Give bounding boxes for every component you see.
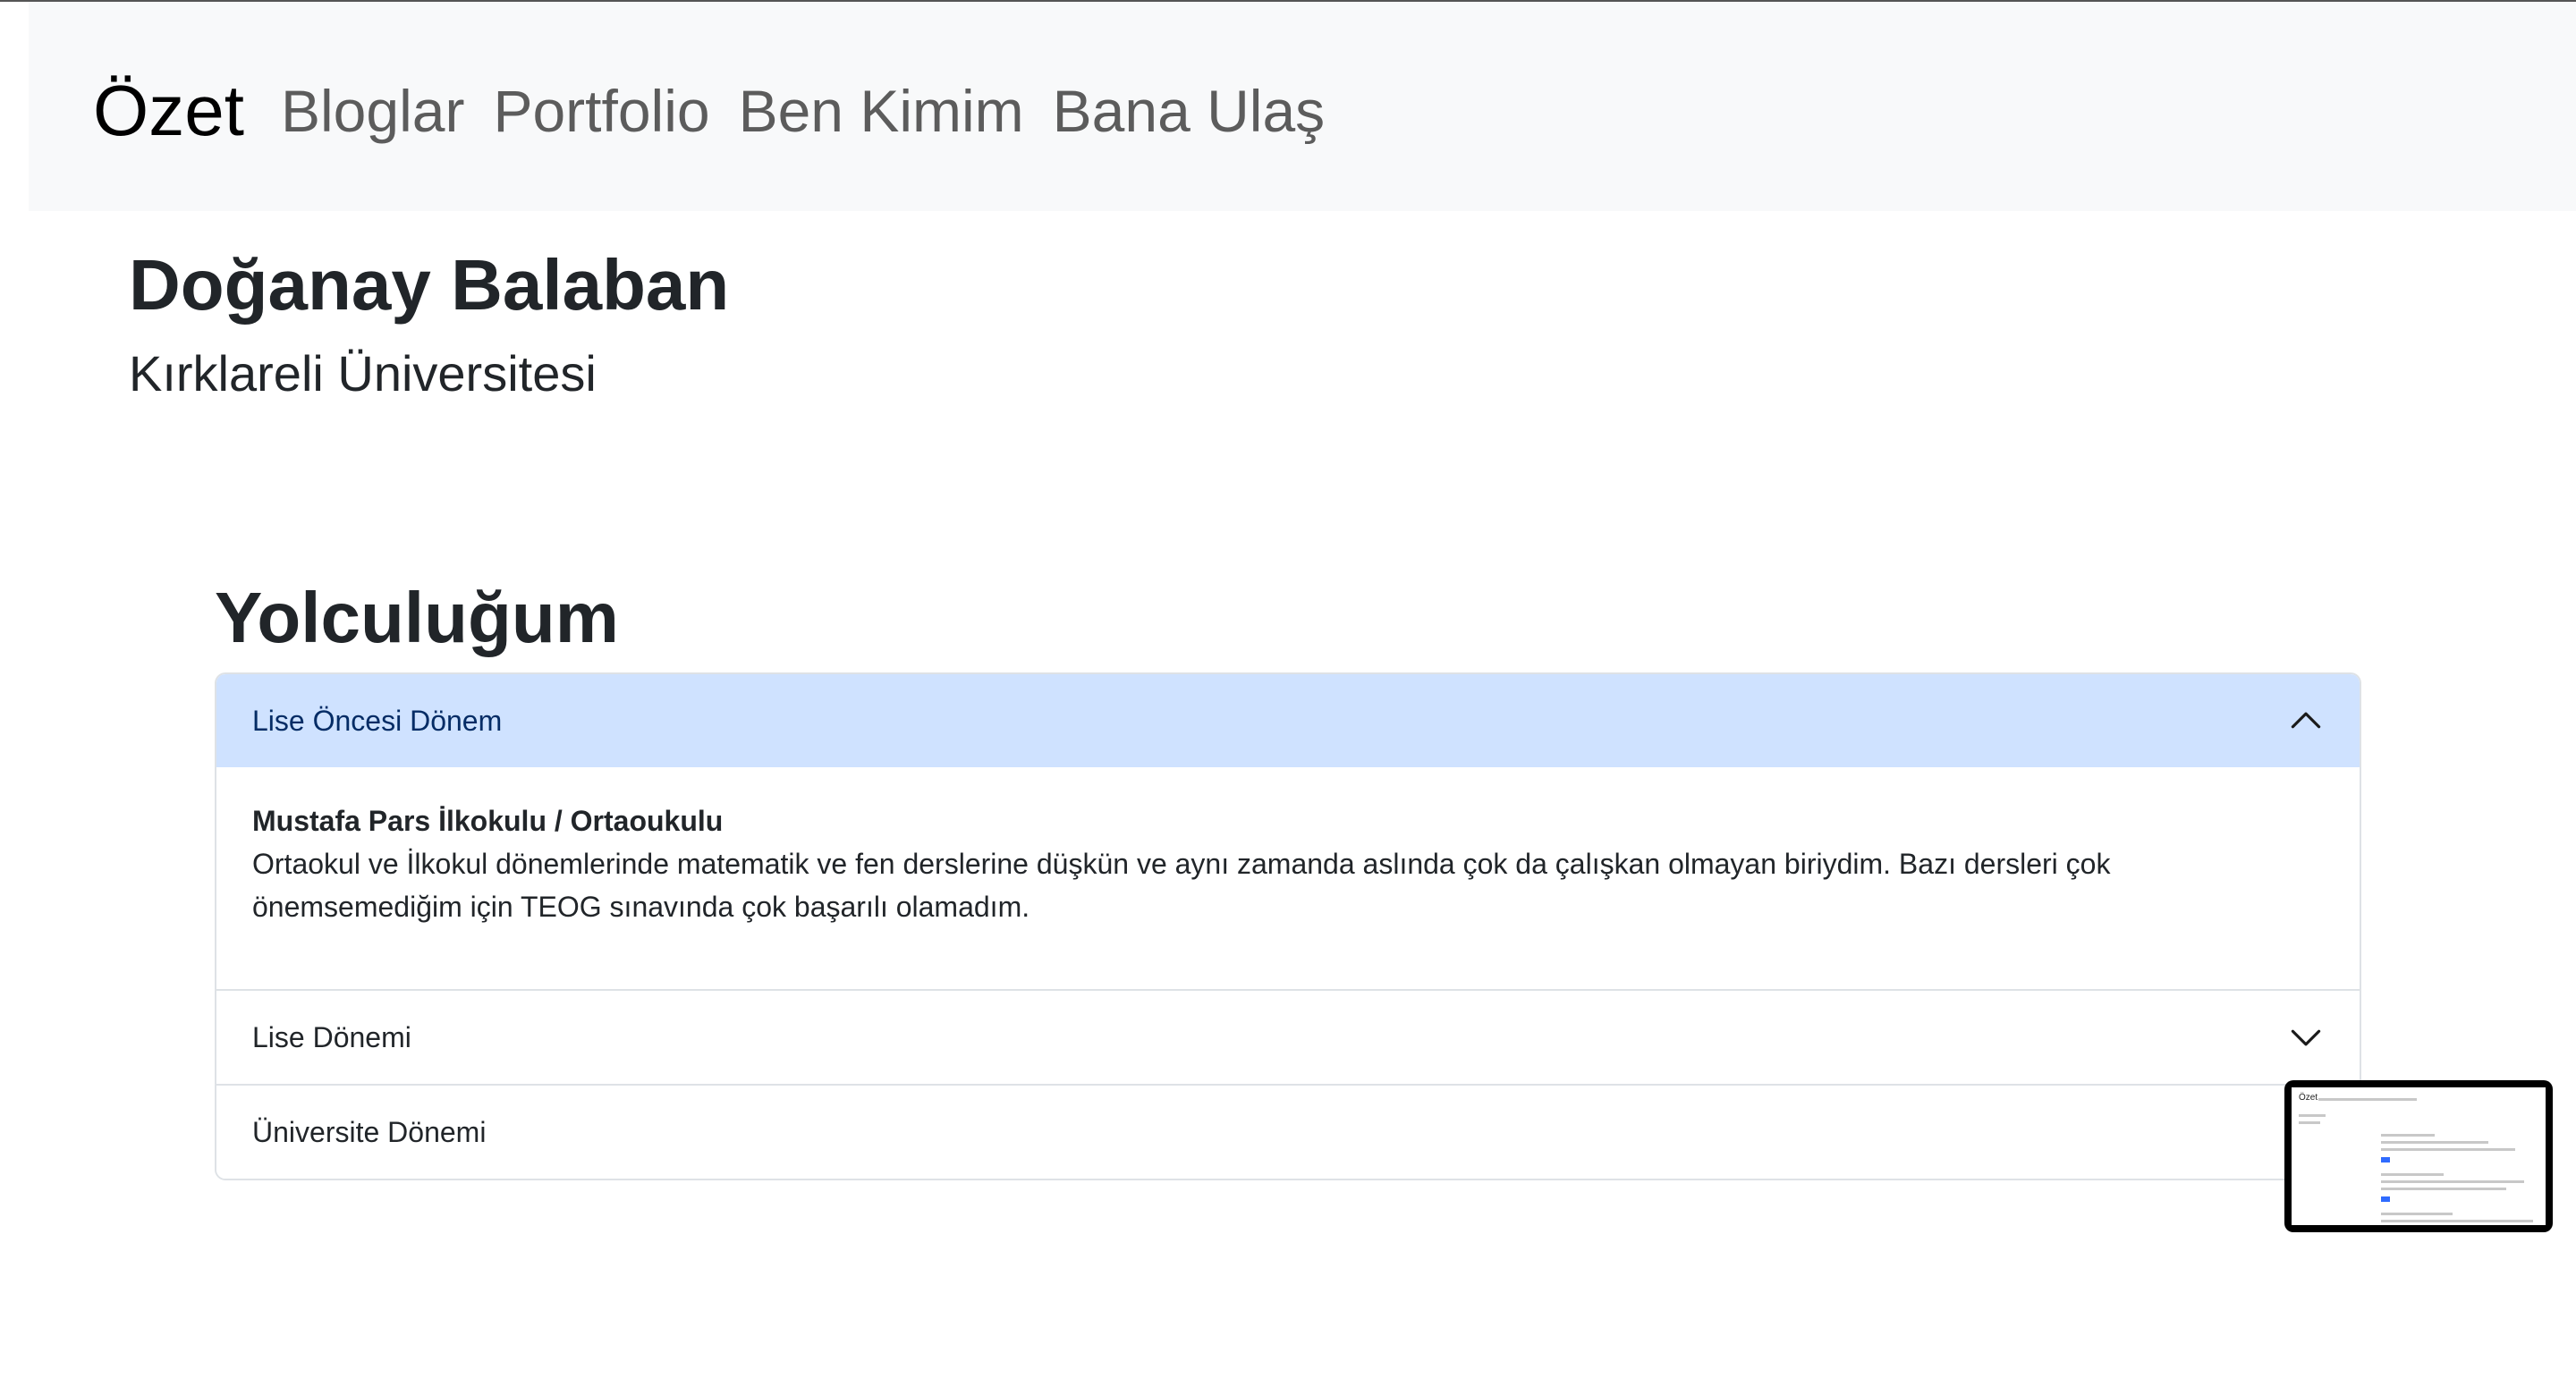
nav-link-bana-ulas[interactable]: Bana Ulaş [1053, 73, 1326, 148]
thumbnail-line [2381, 1134, 2435, 1137]
accordion-header-label: Lise Dönemi [252, 1020, 411, 1053]
accordion-item-lise-oncesi: Lise Öncesi Dönem Mustafa Pars İlkokulu … [216, 674, 2360, 991]
thumbnail-line [2381, 1173, 2444, 1176]
accordion-item-lise: Lise Dönemi [216, 991, 2360, 1086]
thumbnail-line [2381, 1141, 2488, 1144]
thumbnail-line [2381, 1213, 2453, 1215]
nav-link-ben-kimim[interactable]: Ben Kimim [739, 73, 1024, 148]
journey-accordion: Lise Öncesi Dönem Mustafa Pars İlkokulu … [215, 672, 2361, 1180]
chevron-up-icon [2291, 712, 2321, 729]
accordion-header-universite[interactable]: Üniversite Dönemi [216, 1086, 2360, 1179]
thumbnail-line [2381, 1180, 2524, 1183]
school-name: Mustafa Pars İlkokulu / Ortaoukulu [252, 805, 724, 837]
nav-links: Bloglar Portfolio Ben Kimim Bana Ulaş [281, 73, 1325, 148]
accordion-header-label: Lise Öncesi Dönem [252, 704, 503, 737]
navbar: Özet Bloglar Portfolio Ben Kimim Bana Ul… [29, 2, 2576, 211]
thumbnail-line [2299, 1114, 2326, 1117]
accordion-header-lise-oncesi[interactable]: Lise Öncesi Dönem [216, 674, 2360, 767]
thumbnail-button [2381, 1157, 2390, 1162]
profile-name: Doğanay Balaban [129, 245, 730, 325]
thumbnail-line [2381, 1148, 2515, 1151]
nav-link-portfolio[interactable]: Portfolio [493, 73, 709, 148]
thumbnail-preview: Özet [2292, 1087, 2546, 1225]
thumbnail-line [2381, 1220, 2533, 1222]
journey-title: Yolculuğum [215, 578, 619, 657]
profile-school: Kırklareli Üniversitesi [129, 345, 597, 402]
page: Özet Bloglar Portfolio Ben Kimim Bana Ul… [0, 0, 2576, 1395]
thumbnail-line [2299, 1121, 2320, 1124]
thumbnail-navbar-line [2318, 1098, 2417, 1101]
navbar-brand[interactable]: Özet [93, 66, 244, 156]
school-description: Ortaokul ve İlkokul dönemlerinde matemat… [252, 848, 2111, 923]
accordion-body-lise-oncesi: Mustafa Pars İlkokulu / Ortaoukulu Ortao… [216, 767, 2360, 989]
thumbnail-button [2381, 1196, 2390, 1202]
accordion-header-lise[interactable]: Lise Dönemi [216, 991, 2360, 1084]
thumbnail-line [2381, 1188, 2506, 1190]
accordion-item-universite: Üniversite Dönemi [216, 1086, 2360, 1179]
nav-link-bloglar[interactable]: Bloglar [281, 73, 464, 148]
chevron-down-icon [2291, 1029, 2321, 1046]
screenshot-thumbnail[interactable]: Özet [2284, 1080, 2553, 1232]
accordion-header-label: Üniversite Dönemi [252, 1115, 487, 1148]
thumbnail-brand: Özet [2299, 1093, 2318, 1103]
